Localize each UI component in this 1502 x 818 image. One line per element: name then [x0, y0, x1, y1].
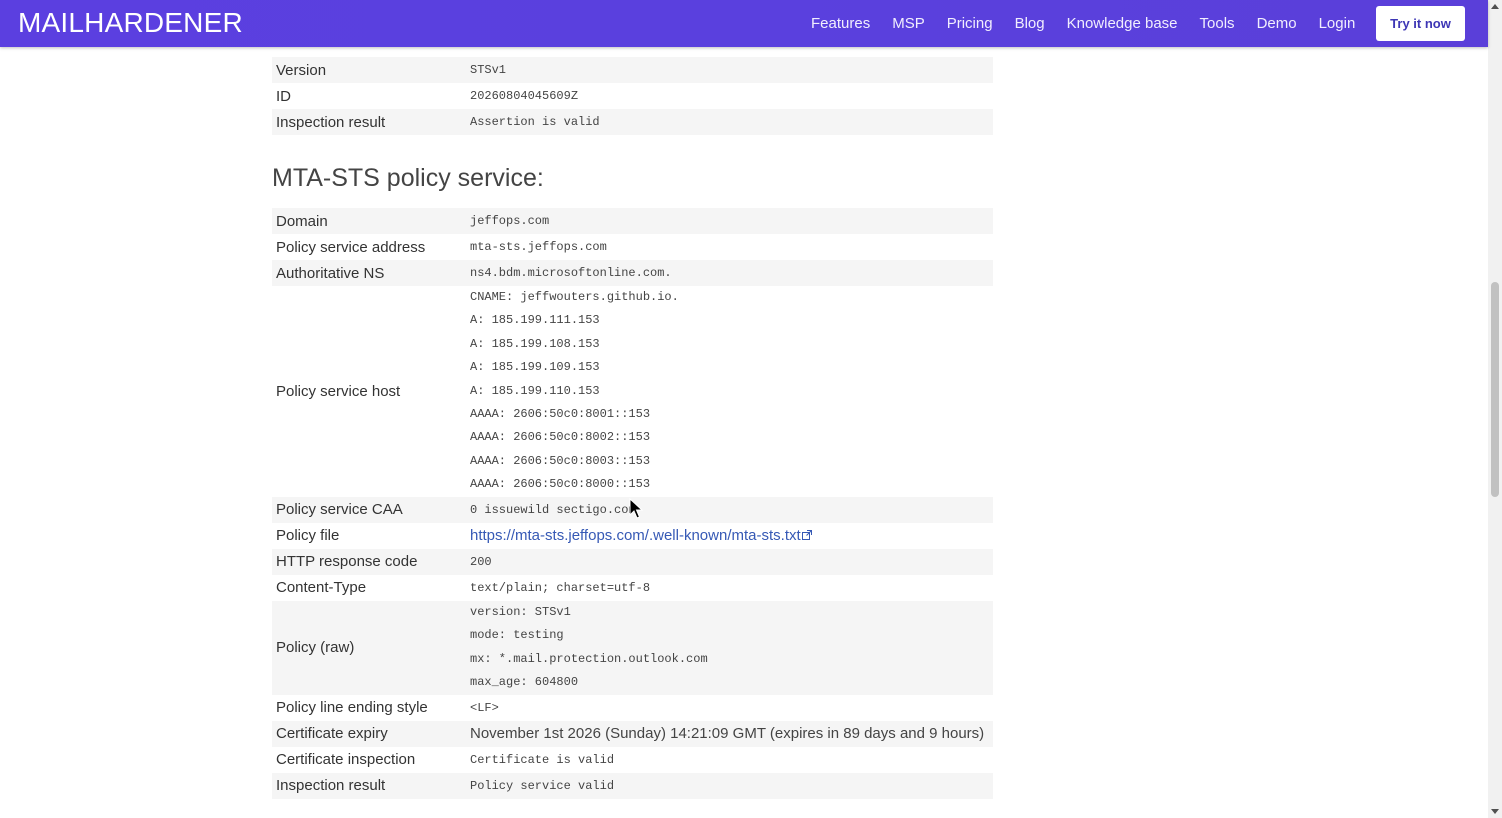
policy-file-link[interactable]: https://mta-sts.jeffops.com/.well-known/…	[470, 527, 801, 544]
nav-link-knowledge-base[interactable]: Knowledge base	[1067, 15, 1178, 32]
row-label: Policy file	[276, 527, 340, 545]
host-record: A: 185.199.110.153	[470, 383, 600, 398]
row-value: 0 issuewild sectigo.com	[470, 502, 636, 517]
host-record: AAAA: 2606:50c0:8000::153	[470, 477, 651, 492]
status-valid: Assertion is valid	[470, 115, 600, 129]
row-label: Version	[276, 61, 327, 79]
nav-link-blog[interactable]: Blog	[1015, 15, 1045, 32]
nav-link-login[interactable]: Login	[1319, 15, 1356, 32]
table-row: Policy line ending style <LF>	[272, 695, 993, 721]
assertion-table: Version STSv1 ID 20260804045609Z Inspect…	[272, 57, 993, 135]
table-row: Certificate inspection Certificate is va…	[272, 747, 993, 773]
row-value: ns4.bdm.microsoftonline.com.	[470, 266, 672, 280]
row-value: STSv1	[470, 63, 507, 77]
table-row: Domain jeffops.com	[272, 208, 993, 234]
table-row: Inspection result Assertion is valid	[272, 109, 993, 135]
section-heading: MTA-STS policy service:	[272, 164, 544, 192]
status-valid: Policy service valid	[470, 778, 615, 793]
row-label: ID	[276, 87, 291, 105]
host-record: A: 185.199.108.153	[470, 336, 600, 351]
page-scrollbar[interactable]	[1488, 0, 1502, 818]
host-record: AAAA: 2606:50c0:8002::153	[470, 430, 651, 445]
row-value: 20260804045609Z	[470, 89, 579, 103]
table-row: Policy (raw) version: STSv1 mode: testin…	[272, 600, 993, 695]
policy-line: version: STSv1	[470, 604, 571, 619]
row-label: Certificate expiry	[276, 725, 388, 743]
nav-link-demo[interactable]: Demo	[1257, 15, 1297, 32]
policy-file-cell: https://mta-sts.jeffops.com/.well-known/…	[470, 523, 993, 549]
status-valid: Certificate is valid	[470, 752, 615, 767]
mouse-cursor-icon	[629, 498, 643, 519]
row-label: Inspection result	[276, 777, 386, 795]
row-label: Policy service address	[276, 238, 426, 256]
nav-link-tools[interactable]: Tools	[1200, 15, 1235, 32]
nav-links: Features MSP Pricing Blog Knowledge base…	[800, 0, 1366, 47]
table-row: Policy service host CNAME: jeffwouters.g…	[272, 286, 993, 497]
row-label: Inspection result	[276, 113, 386, 131]
top-navbar: MAILHARDENER Features MSP Pricing Blog K…	[0, 0, 1488, 47]
row-value: jeffops.com	[470, 214, 550, 228]
table-row: Version STSv1	[272, 57, 993, 83]
table-row: Certificate expiry November 1st 2026 (Su…	[272, 720, 993, 747]
scroll-down-icon[interactable]	[1491, 809, 1499, 814]
row-label: Policy (raw)	[276, 639, 355, 657]
host-record: A: 185.199.109.153	[470, 360, 600, 375]
host-record: AAAA: 2606:50c0:8003::153	[470, 453, 651, 468]
row-value-list: version: STSv1 mode: testing mx: *.mail.…	[470, 601, 993, 695]
row-label: Authoritative NS	[276, 264, 385, 282]
row-value: text/plain; charset=utf-8	[470, 580, 651, 595]
row-label: Policy service host	[276, 382, 401, 400]
table-row: Policy file https://mta-sts.jeffops.com/…	[272, 523, 993, 549]
table-row: ID 20260804045609Z	[272, 83, 993, 109]
scroll-thumb[interactable]	[1491, 282, 1499, 497]
row-value: November 1st 2026 (Sunday) 14:21:09 GMT …	[470, 725, 985, 743]
row-label: Certificate inspection	[276, 751, 416, 769]
scroll-up-icon[interactable]	[1491, 4, 1499, 9]
nav-link-pricing[interactable]: Pricing	[947, 15, 993, 32]
host-record: CNAME: jeffwouters.github.io.	[470, 290, 679, 304]
row-value-list: CNAME: jeffwouters.github.io. A: 185.199…	[470, 286, 993, 497]
nav-link-features[interactable]: Features	[811, 15, 870, 32]
table-row: HTTP response code 200	[272, 548, 993, 575]
host-record: AAAA: 2606:50c0:8001::153	[470, 406, 651, 421]
row-value: <LF>	[470, 700, 499, 715]
policy-line: max_age: 604800	[470, 674, 579, 689]
row-label: Policy line ending style	[276, 699, 428, 717]
policy-line: mode: testing	[470, 628, 564, 643]
external-link-icon	[801, 530, 812, 541]
brand-logo[interactable]: MAILHARDENER	[18, 7, 243, 39]
try-it-now-button[interactable]: Try it now	[1376, 6, 1465, 41]
row-label: Policy service CAA	[276, 501, 403, 519]
table-row: Inspection result Policy service valid	[272, 772, 993, 799]
nav-link-msp[interactable]: MSP	[892, 15, 925, 32]
row-label: Domain	[276, 212, 328, 230]
row-label: HTTP response code	[276, 553, 418, 571]
table-row: Content-Type text/plain; charset=utf-8	[272, 575, 993, 601]
table-row: Authoritative NS ns4.bdm.microsoftonline…	[272, 260, 993, 286]
row-value: 200	[470, 554, 492, 569]
table-row: Policy service address mta-sts.jeffops.c…	[272, 234, 993, 260]
host-record: A: 185.199.111.153	[470, 313, 600, 328]
policy-line: mx: *.mail.protection.outlook.com	[470, 651, 708, 666]
report-content: Version STSv1 ID 20260804045609Z Inspect…	[272, 57, 993, 799]
row-value: mta-sts.jeffops.com	[470, 240, 607, 254]
row-label: Content-Type	[276, 579, 367, 597]
